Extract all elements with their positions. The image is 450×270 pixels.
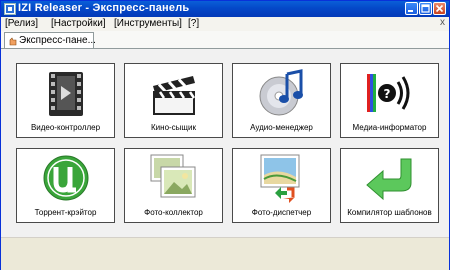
tab-express-panel[interactable]: Экспресс-пане...	[4, 32, 96, 48]
menu-help[interactable]: [?]	[188, 18, 199, 29]
photo-recycle-icon	[260, 154, 300, 203]
tile-label: Видео-контроллер	[30, 123, 101, 132]
photo-stack-icon	[150, 154, 196, 198]
tile-media-informator[interactable]: ? Медиа-информатор	[340, 63, 439, 138]
menu-tools[interactable]: [Инструменты]	[114, 18, 182, 29]
main-window: IZI Releaser - Экспресс-панель [Релиз] […	[0, 0, 450, 270]
tile-label: Аудио-менеджер	[250, 123, 313, 132]
green-back-arrow-icon	[366, 158, 412, 201]
speaker-info-icon: ?	[367, 74, 410, 112]
tile-audio-manager[interactable]: Аудио-менеджер	[232, 63, 331, 138]
close-icon	[435, 4, 444, 13]
clapperboard-icon	[153, 76, 196, 115]
tile-torrent-creator[interactable]: Торрент-крэйтор	[16, 148, 115, 223]
tile-label: Фото-диспетчер	[251, 208, 312, 217]
tile-label: Кино-сыщик	[151, 123, 196, 132]
tile-label: Медиа-информатор	[352, 123, 427, 132]
menu-bar: [Релиз] [Настройки] [Инструменты] [?] x	[1, 17, 449, 31]
music-disc-icon	[259, 69, 303, 116]
close-button[interactable]	[433, 2, 446, 15]
tile-video-controller[interactable]: Видео-контроллер	[16, 63, 115, 138]
menu-close-button[interactable]: x	[440, 17, 445, 28]
tab-strip: Экспресс-пане...	[1, 31, 449, 49]
window-title: IZI Releaser - Экспресс-панель	[18, 2, 190, 14]
tile-movie-detective[interactable]: Кино-сыщик	[124, 63, 223, 138]
utorrent-icon	[43, 155, 89, 201]
film-reel-icon	[49, 72, 83, 116]
menu-release[interactable]: [Релиз]	[5, 18, 38, 29]
tile-photo-dispatcher[interactable]: Фото-диспетчер	[232, 148, 331, 223]
tile-photo-collector[interactable]: Фото-коллектор	[124, 148, 223, 223]
title-bar[interactable]: IZI Releaser - Экспресс-панель	[1, 1, 449, 17]
tile-label: Торрент-крэйтор	[34, 208, 97, 217]
svg-text:?: ?	[384, 87, 391, 101]
menu-settings[interactable]: [Настройки]	[51, 18, 106, 29]
hand-pointer-icon	[9, 37, 17, 46]
express-panel: Видео-контроллер Кино-сыщик Аудио-менедж…	[1, 49, 449, 237]
status-bar	[1, 237, 449, 270]
tile-template-compiler[interactable]: Компилятор шаблонов	[340, 148, 439, 223]
maximize-button[interactable]	[419, 2, 432, 15]
tile-label: Компилятор шаблонов	[347, 208, 432, 217]
app-icon	[4, 3, 16, 15]
minimize-icon	[408, 10, 413, 12]
minimize-button[interactable]	[405, 2, 418, 15]
tile-label: Фото-коллектор	[144, 208, 203, 217]
tab-label: Экспресс-пане...	[19, 35, 96, 46]
maximize-icon	[421, 4, 430, 13]
